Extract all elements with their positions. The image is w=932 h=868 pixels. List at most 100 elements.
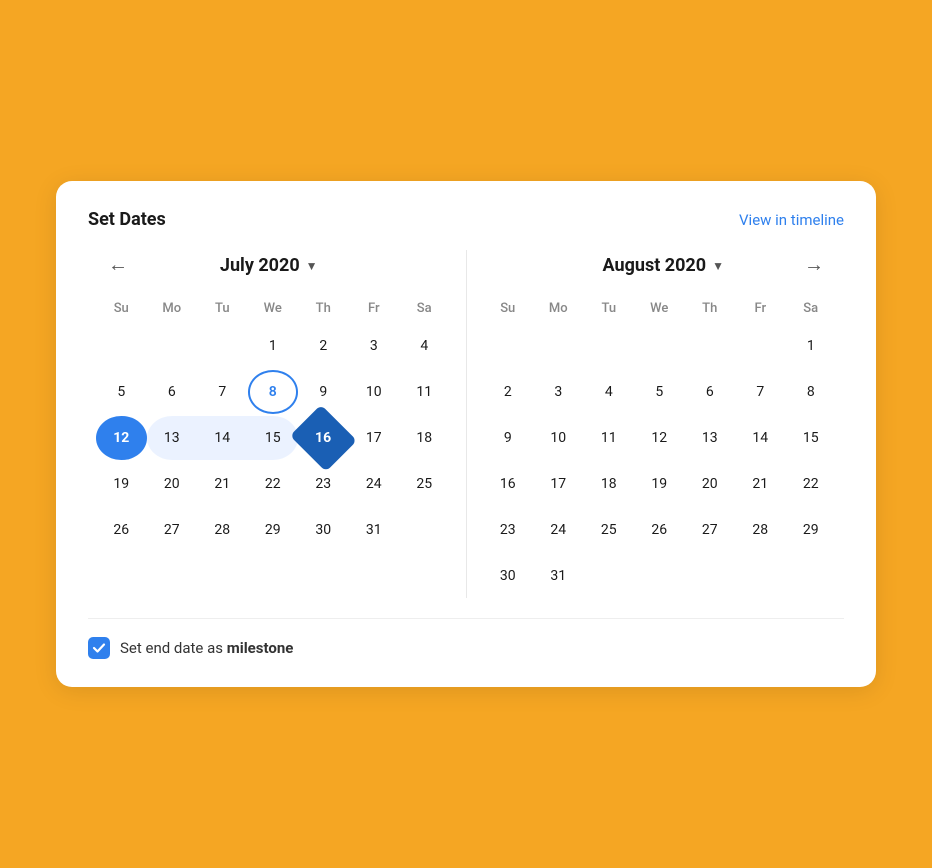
left-day-cell[interactable]: 4 bbox=[399, 324, 450, 368]
right-day-cell[interactable]: 29 bbox=[786, 508, 837, 552]
checkmark-icon bbox=[92, 641, 106, 655]
left-month-text: July 2020 bbox=[220, 255, 300, 276]
card-title: Set Dates bbox=[88, 209, 166, 230]
left-day-cell bbox=[147, 324, 198, 368]
left-day-header-tu: Tu bbox=[197, 297, 248, 320]
right-day-header-mo: Mo bbox=[533, 297, 584, 320]
left-day-cell[interactable]: 21 bbox=[197, 462, 248, 506]
left-day-cell[interactable]: 8 bbox=[248, 370, 299, 414]
left-day-cell bbox=[96, 324, 147, 368]
right-day-cell[interactable]: 9 bbox=[483, 416, 534, 460]
calendars-container: ← July 2020 ▼ Su Mo Tu We Th Fr bbox=[88, 250, 844, 598]
left-day-cell[interactable]: 30 bbox=[298, 508, 349, 552]
right-day-cell[interactable]: 25 bbox=[584, 508, 635, 552]
left-calendar-header: ← July 2020 ▼ bbox=[96, 250, 450, 281]
right-day-header-su: Su bbox=[483, 297, 534, 320]
left-day-cell[interactable]: 7 bbox=[197, 370, 248, 414]
right-day-cell bbox=[786, 554, 837, 598]
right-day-header-we: We bbox=[634, 297, 685, 320]
right-day-cell[interactable]: 24 bbox=[533, 508, 584, 552]
card-header: Set Dates View in timeline bbox=[88, 209, 844, 230]
left-day-header-sa: Sa bbox=[399, 297, 450, 320]
left-day-header-we: We bbox=[248, 297, 299, 320]
right-days-grid: 1234567891011121314151617181920212223242… bbox=[483, 324, 837, 598]
left-days-grid: 1234567891011121314151617181920212223242… bbox=[96, 324, 450, 552]
right-day-cell[interactable]: 28 bbox=[735, 508, 786, 552]
left-day-cell[interactable]: 12 bbox=[96, 416, 147, 460]
left-day-cell[interactable]: 15 bbox=[248, 416, 299, 460]
right-day-cell[interactable]: 26 bbox=[634, 508, 685, 552]
right-day-cell[interactable]: 6 bbox=[685, 370, 736, 414]
right-day-header-fr: Fr bbox=[735, 297, 786, 320]
right-day-cell[interactable]: 23 bbox=[483, 508, 534, 552]
right-day-cell[interactable]: 14 bbox=[735, 416, 786, 460]
next-month-button[interactable]: → bbox=[796, 250, 832, 281]
right-day-cell[interactable]: 13 bbox=[685, 416, 736, 460]
right-day-cell[interactable]: 20 bbox=[685, 462, 736, 506]
right-day-cell[interactable]: 3 bbox=[533, 370, 584, 414]
right-day-cell[interactable]: 4 bbox=[584, 370, 635, 414]
left-day-cell[interactable]: 11 bbox=[399, 370, 450, 414]
left-day-cell[interactable]: 26 bbox=[96, 508, 147, 552]
right-day-cell bbox=[584, 554, 635, 598]
left-calendar-grid: Su Mo Tu We Th Fr Sa 1234567891011121314… bbox=[96, 297, 450, 552]
left-day-cell[interactable]: 6 bbox=[147, 370, 198, 414]
right-day-headers: Su Mo Tu We Th Fr Sa bbox=[483, 297, 837, 320]
left-day-cell[interactable]: 24 bbox=[349, 462, 400, 506]
left-day-cell[interactable]: 19 bbox=[96, 462, 147, 506]
prev-month-button[interactable]: ← bbox=[100, 250, 136, 281]
left-day-cell[interactable]: 23 bbox=[298, 462, 349, 506]
left-day-cell[interactable]: 25 bbox=[399, 462, 450, 506]
right-day-cell[interactable]: 12 bbox=[634, 416, 685, 460]
right-day-cell[interactable]: 2 bbox=[483, 370, 534, 414]
right-day-cell[interactable]: 22 bbox=[786, 462, 837, 506]
milestone-label: Set end date as milestone bbox=[120, 639, 293, 657]
right-day-cell bbox=[634, 324, 685, 368]
left-day-cell[interactable]: 31 bbox=[349, 508, 400, 552]
left-day-cell[interactable]: 28 bbox=[197, 508, 248, 552]
right-day-cell[interactable]: 11 bbox=[584, 416, 635, 460]
right-day-cell[interactable]: 15 bbox=[786, 416, 837, 460]
left-day-cell[interactable]: 14 bbox=[197, 416, 248, 460]
right-day-cell[interactable]: 27 bbox=[685, 508, 736, 552]
left-day-cell[interactable]: 29 bbox=[248, 508, 299, 552]
left-day-cell[interactable]: 20 bbox=[147, 462, 198, 506]
left-day-cell[interactable]: 13 bbox=[147, 416, 198, 460]
right-day-header-th: Th bbox=[685, 297, 736, 320]
left-day-cell[interactable]: 18 bbox=[399, 416, 450, 460]
left-chevron-icon: ▼ bbox=[306, 259, 318, 273]
right-day-cell[interactable]: 30 bbox=[483, 554, 534, 598]
left-day-cell[interactable]: 1 bbox=[248, 324, 299, 368]
page-background: Set Dates View in timeline ← July 2020 ▼… bbox=[0, 0, 932, 868]
left-day-headers: Su Mo Tu We Th Fr Sa bbox=[96, 297, 450, 320]
left-day-cell[interactable]: 5 bbox=[96, 370, 147, 414]
right-day-cell[interactable]: 31 bbox=[533, 554, 584, 598]
right-day-cell bbox=[685, 554, 736, 598]
right-day-cell[interactable]: 19 bbox=[634, 462, 685, 506]
left-day-cell[interactable]: 3 bbox=[349, 324, 400, 368]
right-day-cell[interactable]: 16 bbox=[483, 462, 534, 506]
right-day-cell bbox=[533, 324, 584, 368]
left-day-cell[interactable]: 17 bbox=[349, 416, 400, 460]
right-month-label[interactable]: August 2020 ▼ bbox=[603, 255, 724, 276]
left-day-header-fr: Fr bbox=[349, 297, 400, 320]
right-day-cell[interactable]: 8 bbox=[786, 370, 837, 414]
right-day-cell[interactable]: 1 bbox=[786, 324, 837, 368]
left-day-cell[interactable]: 22 bbox=[248, 462, 299, 506]
right-day-cell[interactable]: 21 bbox=[735, 462, 786, 506]
right-day-header-tu: Tu bbox=[584, 297, 635, 320]
left-day-cell[interactable]: 27 bbox=[147, 508, 198, 552]
left-day-cell[interactable]: 10 bbox=[349, 370, 400, 414]
milestone-checkbox[interactable] bbox=[88, 637, 110, 659]
right-day-cell bbox=[634, 554, 685, 598]
right-day-cell[interactable]: 5 bbox=[634, 370, 685, 414]
right-day-cell[interactable]: 18 bbox=[584, 462, 635, 506]
right-day-cell[interactable]: 10 bbox=[533, 416, 584, 460]
left-day-cell bbox=[399, 508, 450, 552]
left-month-label[interactable]: July 2020 ▼ bbox=[220, 255, 318, 276]
right-day-cell[interactable]: 17 bbox=[533, 462, 584, 506]
left-day-cell[interactable]: 2 bbox=[298, 324, 349, 368]
view-timeline-link[interactable]: View in timeline bbox=[739, 211, 844, 229]
right-day-cell[interactable]: 7 bbox=[735, 370, 786, 414]
left-day-cell bbox=[197, 324, 248, 368]
